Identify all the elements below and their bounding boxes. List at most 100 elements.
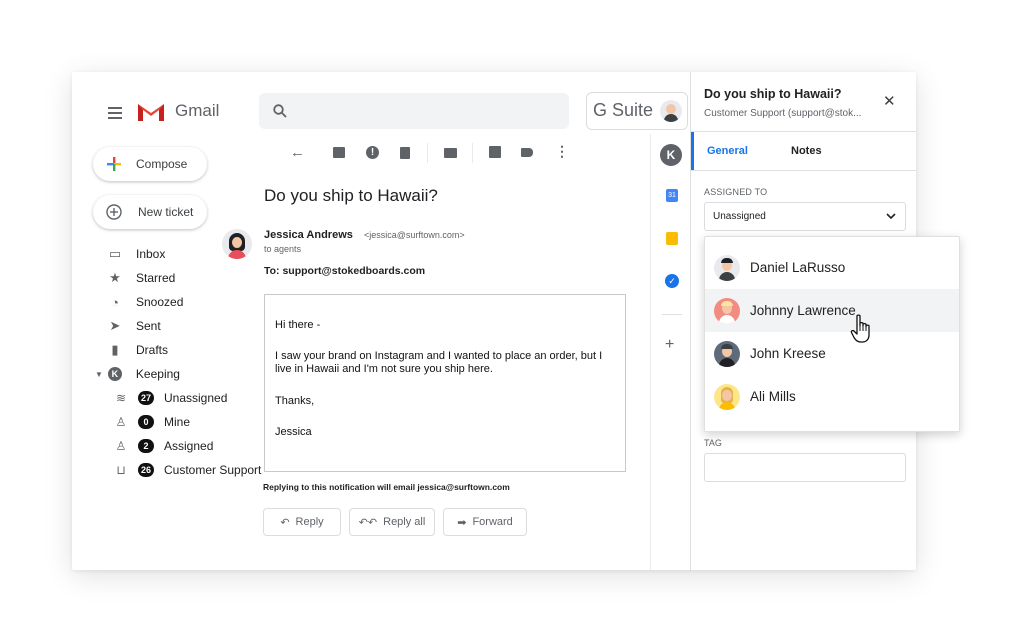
customer-support-count-badge: 26 (138, 463, 154, 477)
expand-arrow-icon[interactable]: ▼ (95, 370, 103, 379)
sidebar-item-snoozed[interactable]: ◔ Snoozed (108, 291, 183, 313)
sidebar-item-label: Sent (136, 319, 161, 333)
sender-name: Jessica Andrews (264, 229, 353, 241)
avatar (714, 254, 740, 281)
move-to-icon[interactable] (489, 146, 501, 158)
tasks-addon-icon[interactable]: ✓ (665, 274, 679, 288)
tabs-divider (691, 170, 916, 171)
compose-button[interactable]: Compose (93, 147, 207, 181)
gsuite-label: G Suite (593, 100, 654, 120)
tag-input[interactable] (704, 453, 906, 482)
sidebar-item-label: Customer Support (164, 463, 262, 477)
plus-color-icon (107, 157, 121, 171)
sidebar-item-mine[interactable]: ♙ 0 Mine (114, 411, 190, 433)
archive-icon[interactable] (333, 147, 345, 158)
tag-label: TAG (704, 438, 722, 448)
sidebar-item-sent[interactable]: ➤ Sent (108, 315, 161, 337)
sidebar-item-assigned[interactable]: ♙ 2 Assigned (114, 435, 213, 457)
avatar (714, 383, 740, 410)
reply-notice: Replying to this notification will email… (263, 482, 510, 492)
keep-addon-icon[interactable] (666, 232, 678, 245)
reply-all-button[interactable]: ↶↶ Reply all (349, 508, 435, 536)
active-tab-indicator (691, 132, 694, 170)
draft-icon: ▮ (111, 342, 119, 357)
person-check-icon: ♙ (115, 439, 127, 453)
star-icon: ★ (109, 270, 121, 285)
search-bar[interactable] (259, 93, 569, 129)
sidebar-item-customer-support[interactable]: ⊔ 26 Customer Support (114, 459, 261, 481)
assignee-option[interactable]: John Kreese (705, 332, 959, 375)
panel-divider (691, 131, 916, 132)
forward-button[interactable]: ➡ Forward (443, 508, 527, 536)
label-icon[interactable] (521, 148, 533, 157)
add-circle-icon (106, 204, 122, 220)
new-ticket-label: New ticket (138, 205, 194, 219)
message-greeting: Hi there - (275, 319, 321, 331)
to-line: To: support@stokedboards.com (264, 265, 426, 277)
trash-icon[interactable] (400, 147, 410, 159)
report-spam-icon[interactable]: ! (366, 146, 379, 159)
sidebar-item-inbox[interactable]: ▭ Inbox (108, 243, 166, 265)
sidebar-item-label: Inbox (136, 247, 166, 261)
assigned-to-label: ASSIGNED TO (704, 187, 768, 197)
reply-all-icon: ↶↶ (358, 516, 378, 529)
sidebar-item-unassigned[interactable]: ≋ 27 Unassigned (114, 387, 227, 409)
inbox-tray-icon: ⊔ (116, 463, 126, 477)
assignee-option[interactable]: Ali Mills (705, 375, 959, 418)
message-signature: Jessica (275, 426, 312, 438)
reply-icon: ↶ (280, 516, 290, 529)
mine-count-badge: 0 (138, 415, 154, 429)
keeping-addon-icon[interactable]: K (660, 144, 682, 166)
assignee-dropdown-menu: Daniel LaRusso Johnny Lawrence John Kree… (704, 236, 960, 432)
sidebar-item-label: Snoozed (136, 295, 184, 309)
message-thanks: Thanks, (275, 395, 315, 407)
toolbar-divider (472, 143, 473, 163)
chevron-down-icon (886, 213, 896, 220)
clock-icon: ◔ (111, 294, 119, 310)
assignee-option-name: John Kreese (750, 346, 826, 361)
back-arrow-icon[interactable]: ← (290, 144, 305, 161)
addon-rail-divider (650, 134, 651, 570)
sidebar-item-drafts[interactable]: ▮ Drafts (108, 339, 168, 361)
avatar (714, 340, 740, 367)
assignee-option-name: Daniel LaRusso (750, 260, 846, 275)
reply-button[interactable]: ↶ Reply (263, 508, 341, 536)
forward-label: Forward (472, 516, 513, 528)
unassigned-count-badge: 27 (138, 391, 154, 405)
sidebar-item-starred[interactable]: ★ Starred (108, 267, 175, 289)
sidebar-item-label: Keeping (135, 367, 180, 381)
tab-general[interactable]: General (707, 145, 748, 157)
new-ticket-button[interactable]: New ticket (93, 195, 207, 229)
inbox-icon: ▭ (108, 246, 122, 261)
assignee-select-value: Unassigned (713, 211, 766, 222)
message-paragraph: I saw your brand on Instagram and I want… (275, 350, 603, 375)
more-options-icon[interactable]: ⋮ (555, 143, 569, 160)
calendar-addon-icon[interactable]: 31 (666, 189, 678, 202)
email-subject: Do you ship to Hawaii? (264, 186, 438, 205)
assignee-select[interactable]: Unassigned (704, 202, 906, 231)
close-icon[interactable]: ✕ (883, 92, 896, 110)
app-name: Gmail (175, 101, 220, 120)
tab-notes[interactable]: Notes (791, 145, 822, 157)
reply-label: Reply (295, 516, 324, 528)
message-body: Hi there - I saw your brand on Instagram… (264, 294, 626, 472)
sidebar-item-label: Assigned (164, 439, 214, 453)
search-icon[interactable] (273, 104, 287, 118)
sender-email: <jessica@surftown.com> (364, 230, 465, 240)
send-icon: ➤ (109, 318, 121, 333)
gsuite-account-switcher[interactable]: G Suite (586, 92, 688, 130)
sidebar-item-keeping[interactable]: ▼ K Keeping (95, 363, 180, 385)
compose-label: Compose (136, 157, 188, 171)
sidebar-item-label: Starred (136, 271, 176, 285)
assignee-option[interactable]: Daniel LaRusso (705, 246, 959, 289)
panel-subtitle: Customer Support (support@stok... (704, 108, 862, 119)
mark-unread-icon[interactable] (444, 148, 457, 158)
get-addons-plus-icon[interactable]: + (665, 336, 674, 354)
sidebar-item-label: Unassigned (164, 391, 228, 405)
account-avatar[interactable] (660, 100, 682, 122)
menu-icon[interactable] (108, 104, 122, 122)
assignee-option-hovered[interactable]: Johnny Lawrence (705, 289, 959, 332)
to-agents-label: to agents (264, 244, 302, 254)
person-icon: ♙ (115, 415, 127, 429)
sidebar-item-label: Drafts (136, 343, 169, 357)
